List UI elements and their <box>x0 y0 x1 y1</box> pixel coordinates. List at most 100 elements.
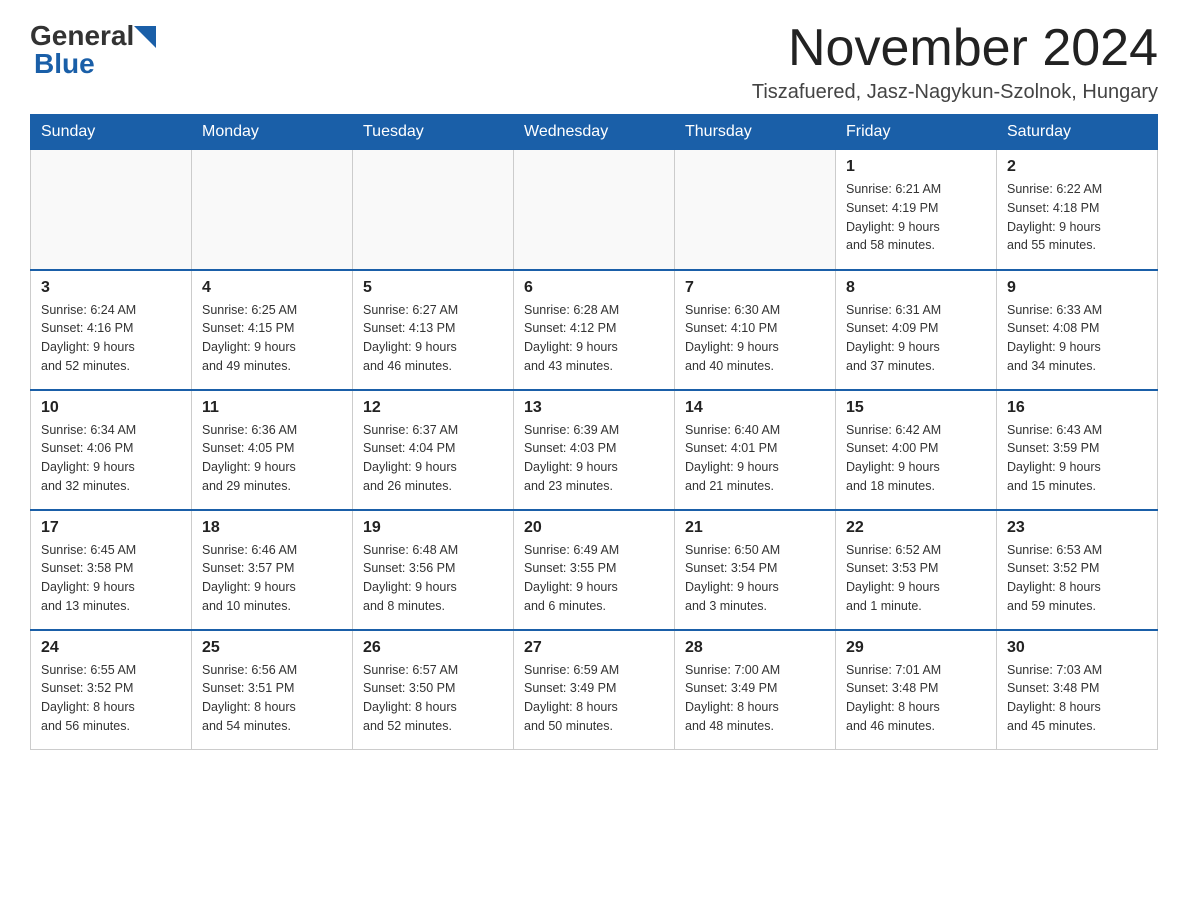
calendar-table: Sunday Monday Tuesday Wednesday Thursday… <box>30 114 1158 750</box>
table-row <box>514 150 675 270</box>
day-info: Sunrise: 6:52 AM Sunset: 3:53 PM Dayligh… <box>846 541 986 616</box>
day-number: 29 <box>846 639 986 657</box>
header-sunday: Sunday <box>31 115 192 150</box>
day-info: Sunrise: 6:40 AM Sunset: 4:01 PM Dayligh… <box>685 421 825 496</box>
logo: General Blue <box>30 20 156 80</box>
day-number: 8 <box>846 279 986 297</box>
day-number: 13 <box>524 399 664 417</box>
table-row: 18Sunrise: 6:46 AM Sunset: 3:57 PM Dayli… <box>192 510 353 630</box>
table-row: 4 Sunrise: 6:25 AM Sunset: 4:15 PM Daylig… <box>192 270 353 390</box>
header-friday: Friday <box>836 115 997 150</box>
table-row: 28 Sunrise: 7:00 AM Sunset: 3:49 PM Dayli… <box>675 630 836 750</box>
day-info: Sunrise: 6:57 AM Sunset: 3:50 PM Dayligh… <box>363 661 503 736</box>
table-row: 1Sunrise: 6:21 AM Sunset: 4:19 PM Daylig… <box>836 150 997 270</box>
table-row <box>192 150 353 270</box>
logo-blue-text: Blue <box>34 48 95 80</box>
day-info: Sunrise: 6:36 AM Sunset: 4:05 PM Dayligh… <box>202 421 342 496</box>
table-row: 7 Sunrise: 6:30 AM Sunset: 4:10 PM Daylig… <box>675 270 836 390</box>
day-number: 30 <box>1007 639 1147 657</box>
table-row: 13Sunrise: 6:39 AM Sunset: 4:03 PM Dayli… <box>514 390 675 510</box>
day-info: Sunrise: 6:28 AM Sunset: 4:12 PM Dayligh… <box>524 301 664 376</box>
table-row: 19Sunrise: 6:48 AM Sunset: 3:56 PM Dayli… <box>353 510 514 630</box>
table-row: 2Sunrise: 6:22 AM Sunset: 4:18 PM Daylig… <box>997 150 1158 270</box>
day-info: Sunrise: 6:27 AM Sunset: 4:13 PM Dayligh… <box>363 301 503 376</box>
day-number: 9 <box>1007 279 1147 297</box>
title-area: November 2024 Tiszafuered, Jasz-Nagykun-… <box>752 20 1158 104</box>
day-info: Sunrise: 6:49 AM Sunset: 3:55 PM Dayligh… <box>524 541 664 616</box>
day-info: Sunrise: 6:55 AM Sunset: 3:52 PM Dayligh… <box>41 661 181 736</box>
day-number: 21 <box>685 519 825 537</box>
day-info: Sunrise: 6:59 AM Sunset: 3:49 PM Dayligh… <box>524 661 664 736</box>
header-saturday: Saturday <box>997 115 1158 150</box>
day-info: Sunrise: 6:33 AM Sunset: 4:08 PM Dayligh… <box>1007 301 1147 376</box>
day-number: 1 <box>846 158 986 176</box>
day-info: Sunrise: 7:00 AM Sunset: 3:49 PM Dayligh… <box>685 661 825 736</box>
calendar-week-row: 17 Sunrise: 6:45 AM Sunset: 3:58 PM Dayli… <box>31 510 1158 630</box>
day-number: 7 <box>685 279 825 297</box>
month-title: November 2024 <box>752 20 1158 77</box>
table-row: 26 Sunrise: 6:57 AM Sunset: 3:50 PM Dayli… <box>353 630 514 750</box>
day-info: Sunrise: 7:03 AM Sunset: 3:48 PM Dayligh… <box>1007 661 1147 736</box>
day-info: Sunrise: 7:01 AM Sunset: 3:48 PM Dayligh… <box>846 661 986 736</box>
day-number: 5 <box>363 279 503 297</box>
table-row: 6 Sunrise: 6:28 AM Sunset: 4:12 PM Daylig… <box>514 270 675 390</box>
calendar-week-row: 24 Sunrise: 6:55 AM Sunset: 3:52 PM Dayli… <box>31 630 1158 750</box>
table-row: 16Sunrise: 6:43 AM Sunset: 3:59 PM Dayli… <box>997 390 1158 510</box>
day-info: Sunrise: 6:30 AM Sunset: 4:10 PM Dayligh… <box>685 301 825 376</box>
calendar-week-row: 1Sunrise: 6:21 AM Sunset: 4:19 PM Daylig… <box>31 150 1158 270</box>
day-number: 17 <box>41 519 181 537</box>
day-number: 6 <box>524 279 664 297</box>
day-number: 3 <box>41 279 181 297</box>
day-number: 26 <box>363 639 503 657</box>
table-row: 27 Sunrise: 6:59 AM Sunset: 3:49 PM Dayli… <box>514 630 675 750</box>
day-info: Sunrise: 6:37 AM Sunset: 4:04 PM Dayligh… <box>363 421 503 496</box>
table-row: 29 Sunrise: 7:01 AM Sunset: 3:48 PM Dayli… <box>836 630 997 750</box>
header-thursday: Thursday <box>675 115 836 150</box>
day-info: Sunrise: 6:53 AM Sunset: 3:52 PM Dayligh… <box>1007 541 1147 616</box>
calendar-week-row: 3 Sunrise: 6:24 AM Sunset: 4:16 PM Daylig… <box>31 270 1158 390</box>
day-number: 15 <box>846 399 986 417</box>
table-row: 17 Sunrise: 6:45 AM Sunset: 3:58 PM Dayli… <box>31 510 192 630</box>
table-row: 15Sunrise: 6:42 AM Sunset: 4:00 PM Dayli… <box>836 390 997 510</box>
table-row <box>31 150 192 270</box>
table-row: 12 Sunrise: 6:37 AM Sunset: 4:04 PM Dayli… <box>353 390 514 510</box>
day-number: 28 <box>685 639 825 657</box>
table-row: 22Sunrise: 6:52 AM Sunset: 3:53 PM Dayli… <box>836 510 997 630</box>
table-row: 23Sunrise: 6:53 AM Sunset: 3:52 PM Dayli… <box>997 510 1158 630</box>
table-row: 14Sunrise: 6:40 AM Sunset: 4:01 PM Dayli… <box>675 390 836 510</box>
table-row: 20 Sunrise: 6:49 AM Sunset: 3:55 PM Dayli… <box>514 510 675 630</box>
day-number: 20 <box>524 519 664 537</box>
day-number: 25 <box>202 639 342 657</box>
day-number: 27 <box>524 639 664 657</box>
day-info: Sunrise: 6:56 AM Sunset: 3:51 PM Dayligh… <box>202 661 342 736</box>
day-info: Sunrise: 6:43 AM Sunset: 3:59 PM Dayligh… <box>1007 421 1147 496</box>
day-number: 18 <box>202 519 342 537</box>
day-number: 4 <box>202 279 342 297</box>
day-number: 12 <box>363 399 503 417</box>
day-info: Sunrise: 6:45 AM Sunset: 3:58 PM Dayligh… <box>41 541 181 616</box>
location-title: Tiszafuered, Jasz-Nagykun-Szolnok, Hunga… <box>752 81 1158 104</box>
table-row: 3 Sunrise: 6:24 AM Sunset: 4:16 PM Daylig… <box>31 270 192 390</box>
table-row: 9 Sunrise: 6:33 AM Sunset: 4:08 PM Daylig… <box>997 270 1158 390</box>
table-row <box>353 150 514 270</box>
day-number: 19 <box>363 519 503 537</box>
page-header: General Blue November 2024 Tiszafuered, … <box>30 20 1158 104</box>
day-number: 10 <box>41 399 181 417</box>
table-row: 24 Sunrise: 6:55 AM Sunset: 3:52 PM Dayli… <box>31 630 192 750</box>
day-number: 24 <box>41 639 181 657</box>
table-row: 10 Sunrise: 6:34 AM Sunset: 4:06 PM Dayli… <box>31 390 192 510</box>
day-info: Sunrise: 6:31 AM Sunset: 4:09 PM Dayligh… <box>846 301 986 376</box>
day-info: Sunrise: 6:34 AM Sunset: 4:06 PM Dayligh… <box>41 421 181 496</box>
calendar-week-row: 10 Sunrise: 6:34 AM Sunset: 4:06 PM Dayli… <box>31 390 1158 510</box>
header-monday: Monday <box>192 115 353 150</box>
table-row: 8 Sunrise: 6:31 AM Sunset: 4:09 PM Daylig… <box>836 270 997 390</box>
table-row: 21Sunrise: 6:50 AM Sunset: 3:54 PM Dayli… <box>675 510 836 630</box>
header-wednesday: Wednesday <box>514 115 675 150</box>
day-number: 11 <box>202 399 342 417</box>
day-info: Sunrise: 6:24 AM Sunset: 4:16 PM Dayligh… <box>41 301 181 376</box>
day-info: Sunrise: 6:22 AM Sunset: 4:18 PM Dayligh… <box>1007 180 1147 255</box>
day-info: Sunrise: 6:25 AM Sunset: 4:15 PM Dayligh… <box>202 301 342 376</box>
table-row: 5 Sunrise: 6:27 AM Sunset: 4:13 PM Daylig… <box>353 270 514 390</box>
table-row <box>675 150 836 270</box>
logo-arrow-icon <box>134 26 156 48</box>
